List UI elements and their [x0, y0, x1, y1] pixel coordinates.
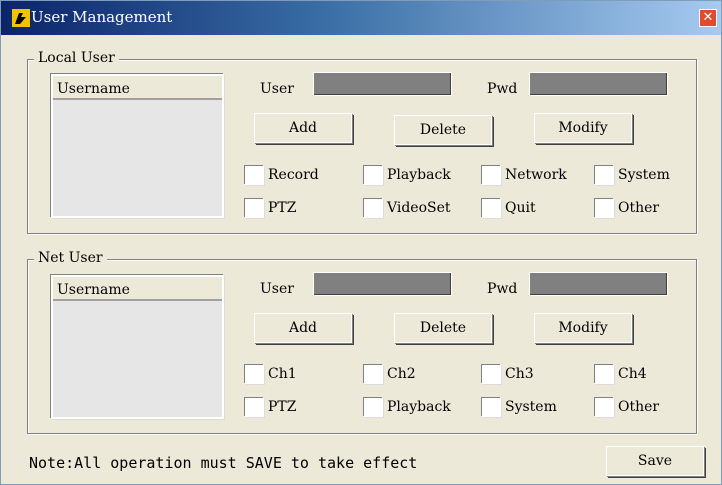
net-perm-ch2-label: Ch2 [387, 366, 416, 382]
local-user-label: User [260, 81, 294, 97]
local-perm-other[interactable]: Other [595, 197, 659, 219]
net-perm-other[interactable]: Other [595, 396, 659, 418]
net-user-group-label: Net User [34, 250, 107, 266]
local-user-input[interactable] [313, 72, 452, 96]
net-user-list-header[interactable]: Username [53, 277, 222, 301]
net-perm-system-label: System [505, 399, 557, 415]
net-perm-other-label: Other [618, 399, 660, 415]
net-pwd-label: Pwd [487, 281, 518, 297]
net-perm-ch1-label: Ch1 [268, 366, 297, 382]
local-perm-videoset[interactable]: VideoSet [364, 197, 451, 219]
net-perm-ch2[interactable]: Ch2 [364, 363, 416, 385]
net-perm-other-checkbox[interactable] [595, 397, 614, 417]
local-perm-network-checkbox[interactable] [482, 165, 501, 185]
local-perm-quit[interactable]: Quit [482, 197, 536, 219]
local-perm-ptz[interactable]: PTZ [245, 197, 297, 219]
net-perm-ch3-checkbox[interactable] [482, 364, 501, 384]
net-perm-ch2-checkbox[interactable] [364, 364, 383, 384]
window-title: User Management [31, 8, 173, 26]
local-perm-videoset-label: VideoSet [387, 200, 451, 216]
local-pwd-input[interactable] [529, 72, 668, 96]
net-perm-ch1-checkbox[interactable] [245, 364, 264, 384]
net-perm-system[interactable]: System [482, 396, 557, 418]
local-perm-other-label: Other [618, 200, 660, 216]
net-user-label: User [260, 281, 294, 297]
local-perm-ptz-label: PTZ [268, 200, 297, 216]
user-management-window: User Management ✕ Local User Username Us… [0, 0, 722, 485]
net-user-list[interactable]: Username [51, 275, 224, 419]
net-perm-playback-label: Playback [387, 399, 451, 415]
net-perm-ch4-label: Ch4 [618, 366, 647, 382]
net-perm-ptz-label: PTZ [268, 399, 297, 415]
local-perm-network-label: Network [505, 167, 567, 183]
net-perm-ptz[interactable]: PTZ [245, 396, 297, 418]
net-pwd-input[interactable] [529, 272, 668, 296]
net-perm-ptz-checkbox[interactable] [245, 397, 264, 417]
net-perm-ch4-checkbox[interactable] [595, 364, 614, 384]
local-perm-system-label: System [618, 167, 670, 183]
local-perm-playback[interactable]: Playback [364, 164, 451, 186]
local-user-list-header[interactable]: Username [53, 76, 222, 100]
local-perm-system[interactable]: System [595, 164, 670, 186]
local-perm-record-label: Record [268, 167, 319, 183]
net-perm-ch1[interactable]: Ch1 [245, 363, 297, 385]
local-perm-videoset-checkbox[interactable] [364, 198, 383, 218]
net-delete-button[interactable]: Delete [394, 313, 492, 343]
net-perm-ch4[interactable]: Ch4 [595, 363, 647, 385]
local-pwd-label: Pwd [487, 81, 518, 97]
local-perm-record[interactable]: Record [245, 164, 319, 186]
close-button[interactable]: ✕ [699, 9, 717, 27]
net-perm-playback-checkbox[interactable] [364, 397, 383, 417]
local-add-button[interactable]: Add [254, 113, 352, 143]
local-perm-quit-checkbox[interactable] [482, 198, 501, 218]
net-user-input[interactable] [313, 272, 452, 296]
local-perm-network[interactable]: Network [482, 164, 567, 186]
net-perm-ch3[interactable]: Ch3 [482, 363, 534, 385]
local-perm-system-checkbox[interactable] [595, 165, 614, 185]
local-perm-playback-checkbox[interactable] [364, 165, 383, 185]
local-user-group-label: Local User [34, 50, 119, 66]
local-perm-ptz-checkbox[interactable] [245, 198, 264, 218]
app-icon [12, 9, 30, 27]
net-add-button[interactable]: Add [254, 313, 352, 343]
local-perm-quit-label: Quit [505, 200, 536, 216]
save-button[interactable]: Save [606, 446, 704, 476]
local-perm-playback-label: Playback [387, 167, 451, 183]
net-perm-playback[interactable]: Playback [364, 396, 451, 418]
net-perm-ch3-label: Ch3 [505, 366, 534, 382]
net-modify-button[interactable]: Modify [534, 313, 632, 343]
net-perm-system-checkbox[interactable] [482, 397, 501, 417]
local-modify-button[interactable]: Modify [534, 113, 632, 143]
local-user-list[interactable]: Username [51, 74, 224, 218]
save-note: Note:All operation must SAVE to take eff… [29, 454, 418, 472]
title-bar: User Management ✕ [1, 1, 721, 35]
local-delete-button[interactable]: Delete [394, 115, 492, 145]
local-perm-other-checkbox[interactable] [595, 198, 614, 218]
local-perm-record-checkbox[interactable] [245, 165, 264, 185]
